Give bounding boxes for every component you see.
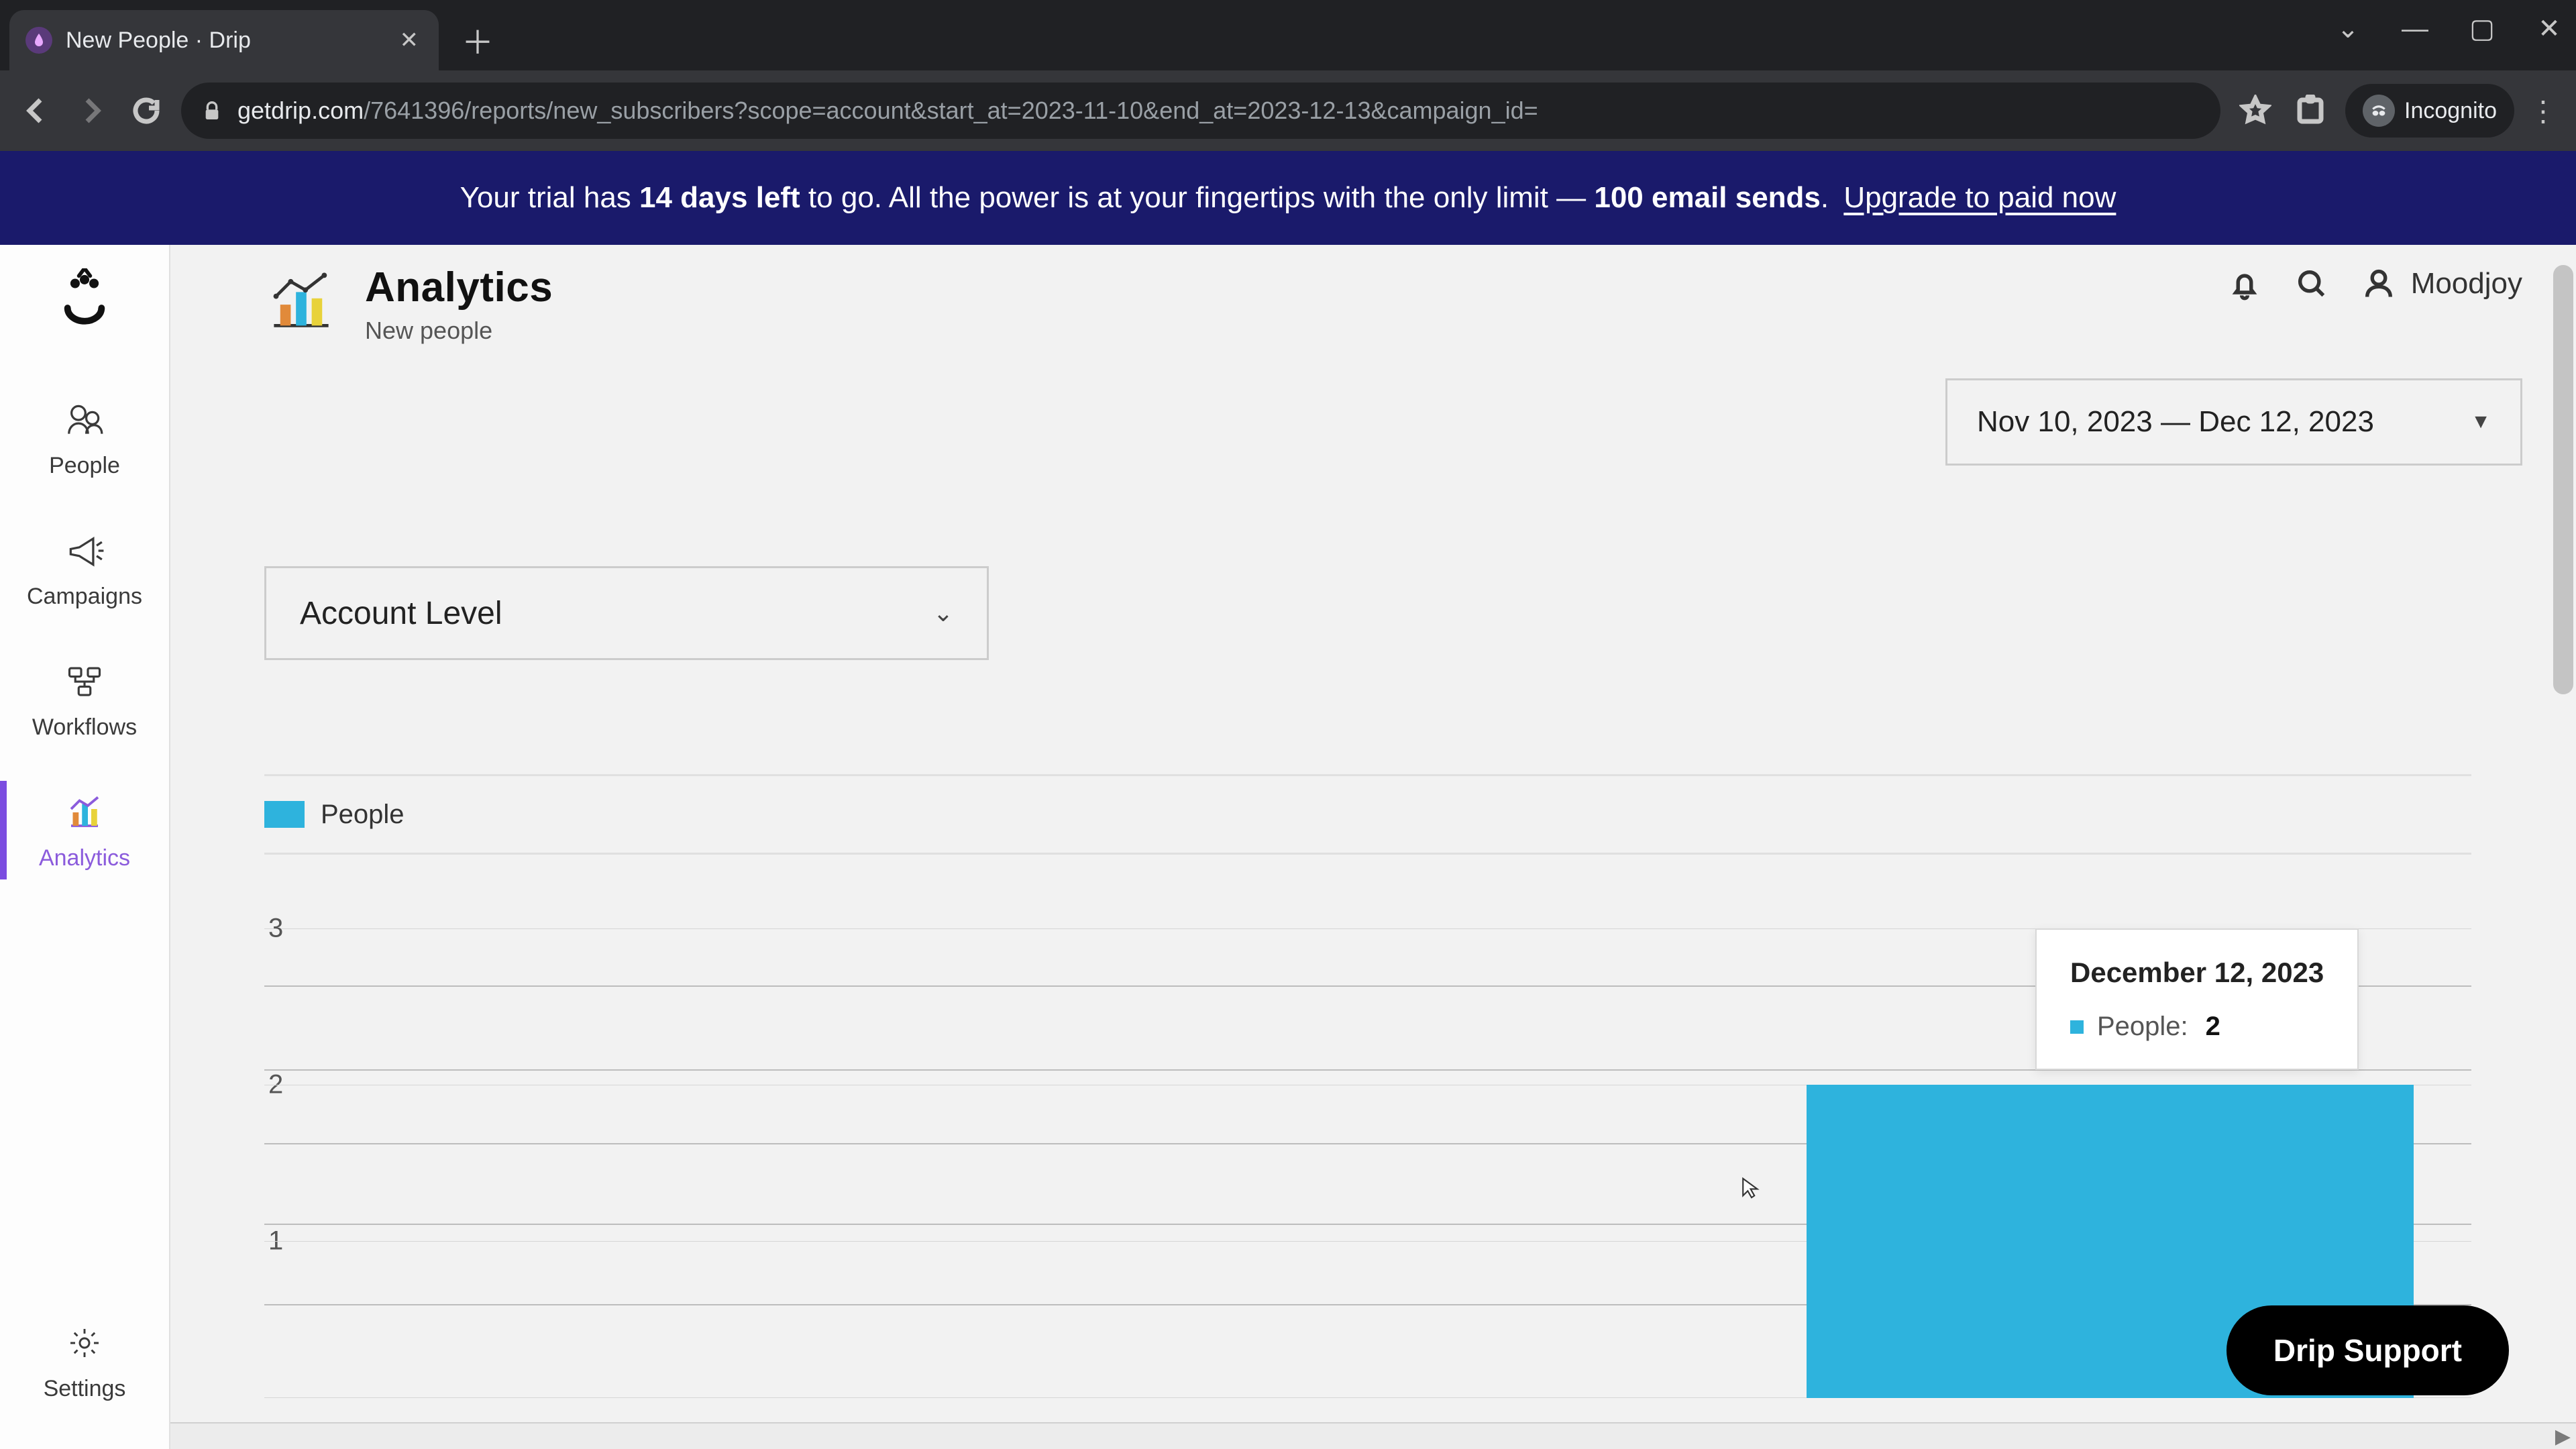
tooltip-series-label: People: (2097, 1012, 2188, 1042)
address-bar[interactable]: getdrip.com/7641396/reports/new_subscrib… (181, 83, 2220, 139)
incognito-label: Incognito (2404, 98, 2497, 124)
scroll-right-arrow-icon[interactable]: ▶ (2555, 1425, 2571, 1448)
incognito-icon (2363, 95, 2395, 127)
chart-legend: People (264, 774, 2471, 855)
tab-close-icon[interactable]: ✕ (400, 29, 419, 52)
url-text: getdrip.com/7641396/reports/new_subscrib… (237, 97, 1538, 125)
gear-icon (58, 1320, 111, 1366)
chart-tooltip: December 12, 2023 People: 2 (2035, 928, 2359, 1070)
drip-support-button[interactable]: Drip Support (2226, 1305, 2509, 1395)
sidebar: People Campaigns Workflows (0, 245, 170, 1449)
page-subtitle: New people (365, 317, 553, 345)
legend-swatch-people (264, 801, 305, 828)
workflows-icon (58, 658, 111, 705)
extensions-icon[interactable] (2290, 91, 2330, 131)
tooltip-value: 2 (2206, 1012, 2220, 1042)
tooltip-title: December 12, 2023 (2070, 957, 2324, 989)
window-maximize-icon[interactable]: ▢ (2469, 13, 2496, 44)
header-actions: Moodjoy (2224, 264, 2522, 304)
scope-select[interactable]: Account Level ⌄ (264, 566, 989, 660)
sidebar-item-label: Campaigns (27, 584, 142, 610)
trial-email-limit: 100 email sends (1594, 181, 1821, 214)
window-minimize-icon[interactable]: — (2402, 14, 2428, 44)
page-header: Analytics New people Moodjoy (264, 264, 2522, 345)
support-label: Drip Support (2273, 1333, 2462, 1368)
new-people-chart[interactable]: 3 2 1 December 12, 2023 People: 2 (264, 928, 2471, 1398)
window-controls: ⌄ — ▢ ✕ (2334, 13, 2563, 44)
browser-tab-active[interactable]: New People · Drip ✕ (9, 10, 439, 70)
sidebar-item-workflows[interactable]: Workflows (0, 634, 169, 765)
url-path: /7641396/reports/new_subscribers?scope=a… (364, 97, 1538, 124)
y-tick-3: 3 (268, 914, 283, 944)
new-tab-button[interactable]: ＋ (451, 13, 504, 66)
date-range-value: Nov 10, 2023 — Dec 12, 2023 (1977, 405, 2374, 439)
user-icon (2359, 264, 2399, 304)
sidebar-item-people[interactable]: People (0, 372, 169, 503)
caret-down-icon: ▼ (2471, 411, 2491, 433)
incognito-indicator[interactable]: Incognito (2345, 84, 2514, 138)
drip-logo-icon[interactable] (51, 265, 118, 332)
browser-toolbar: getdrip.com/7641396/reports/new_subscrib… (0, 70, 2576, 151)
trial-days-left: 14 days left (639, 181, 800, 214)
upgrade-link[interactable]: Upgrade to paid now (1843, 181, 2116, 214)
chevron-down-icon[interactable]: ⌄ (2334, 13, 2361, 44)
browser-tab-title: New People · Drip (66, 28, 251, 54)
sidebar-item-label: Workflows (32, 714, 137, 741)
legend-label: People (321, 800, 405, 830)
trial-banner: Your trial has 14 days left to go. All t… (0, 151, 2576, 245)
cursor-icon (1740, 1177, 1763, 1199)
sidebar-item-label: People (49, 453, 120, 479)
bookmark-star-icon[interactable] (2235, 91, 2275, 131)
browser-menu-icon[interactable]: ⋮ (2529, 95, 2556, 127)
chart-column[interactable] (305, 928, 1027, 1398)
sidebar-item-campaigns[interactable]: Campaigns (0, 503, 169, 634)
vertical-scrollbar[interactable] (2549, 245, 2576, 1422)
search-icon[interactable] (2292, 264, 2332, 304)
analytics-page-icon (264, 269, 338, 339)
user-menu[interactable]: Moodjoy (2359, 264, 2522, 304)
lock-icon (201, 100, 223, 121)
drip-favicon-icon (25, 27, 52, 54)
people-icon (58, 396, 111, 443)
nav-forward-icon[interactable] (71, 91, 111, 131)
chart-column[interactable] (1027, 928, 1750, 1398)
scope-value: Account Level (300, 595, 502, 632)
nav-back-icon[interactable] (16, 91, 56, 131)
date-range-picker[interactable]: Nov 10, 2023 — Dec 12, 2023 ▼ (1945, 378, 2522, 466)
browser-tabbar: New People · Drip ✕ ＋ ⌄ — ▢ ✕ (0, 0, 2576, 70)
window-close-icon[interactable]: ✕ (2536, 13, 2563, 44)
analytics-icon (58, 789, 111, 836)
sidebar-item-settings[interactable]: Settings (0, 1295, 169, 1449)
url-host: getdrip.com (237, 97, 364, 124)
sidebar-item-label: Settings (44, 1376, 126, 1402)
nav-reload-icon[interactable] (126, 91, 166, 131)
tooltip-swatch (2070, 1020, 2084, 1034)
user-name: Moodjoy (2411, 267, 2522, 301)
chevron-down-icon: ⌄ (933, 599, 953, 627)
sidebar-item-label: Analytics (39, 845, 130, 871)
horizontal-scrollbar[interactable]: ◀ ▶ (0, 1422, 2576, 1449)
notifications-icon[interactable] (2224, 264, 2265, 304)
main-content: Analytics New people Moodjoy (170, 245, 2576, 1449)
app-viewport: People Campaigns Workflows (0, 245, 2576, 1449)
sidebar-item-analytics[interactable]: Analytics (0, 765, 169, 896)
page-title: Analytics (365, 264, 553, 311)
trial-banner-text: Your trial has 14 days left to go. All t… (460, 181, 2116, 215)
megaphone-icon (58, 527, 111, 574)
